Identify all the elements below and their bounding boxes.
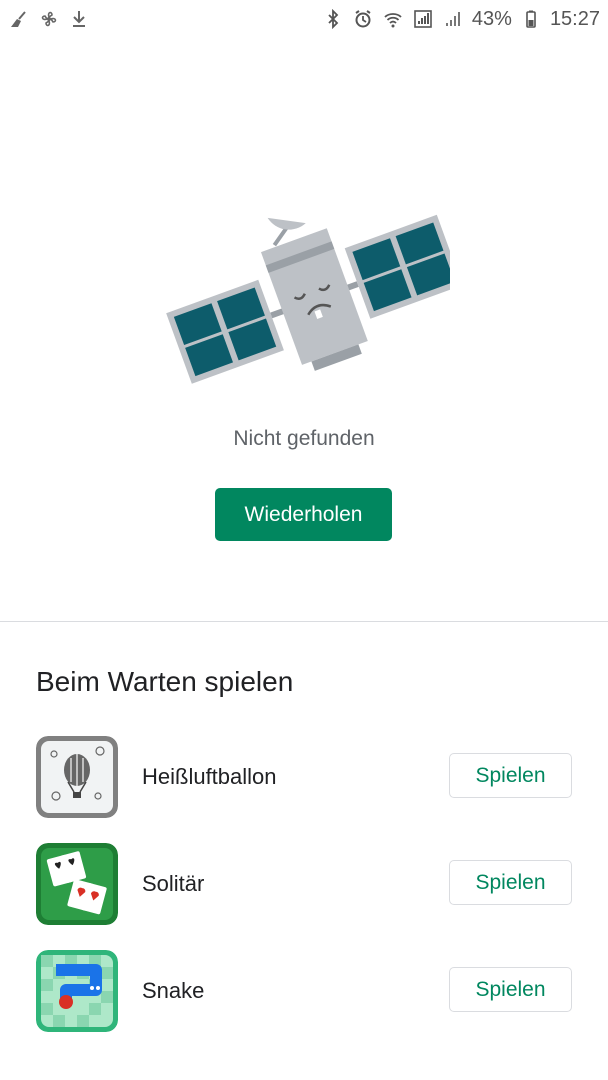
play-button-snake[interactable]: Spielen: [449, 967, 572, 1012]
download-icon: [68, 8, 90, 30]
sad-satellite-illustration: [160, 190, 463, 400]
status-bar: 43% 15:27: [0, 0, 608, 38]
game-name-snake: Snake: [142, 978, 205, 1003]
game-row-solitaire[interactable]: Solitär Spielen: [0, 843, 608, 927]
fan-icon: [38, 8, 60, 30]
play-button-balloon[interactable]: Spielen: [449, 753, 572, 798]
games-section-title: Beim Warten spielen: [36, 666, 294, 697]
game-name-balloon: Heißluftballon: [142, 764, 277, 789]
broom-icon: [8, 8, 30, 30]
battery-icon: [520, 8, 542, 30]
status-left: [8, 8, 90, 30]
retry-button[interactable]: Wiederholen: [215, 488, 392, 541]
wifi-icon: [382, 8, 404, 30]
game-name-solitaire: Solitär: [142, 871, 205, 896]
sim-signal-icon: [412, 8, 434, 30]
alarm-icon: [352, 8, 374, 30]
bluetooth-icon: [322, 8, 344, 30]
snake-game-icon[interactable]: [36, 950, 118, 1032]
section-divider: [0, 621, 608, 622]
game-row-balloon[interactable]: Heißluftballon Spielen: [0, 736, 608, 820]
solitaire-game-icon[interactable]: [36, 843, 118, 925]
not-found-message: Nicht gefunden: [233, 427, 375, 450]
game-row-snake[interactable]: Snake Spielen: [0, 950, 608, 1034]
balloon-game-icon[interactable]: [36, 736, 118, 818]
cell-signal-icon: [442, 8, 464, 30]
play-button-solitaire[interactable]: Spielen: [449, 860, 572, 905]
status-right: 43% 15:27: [322, 8, 600, 31]
battery-percent: 43%: [471, 7, 512, 30]
clock: 15:27: [549, 7, 600, 30]
